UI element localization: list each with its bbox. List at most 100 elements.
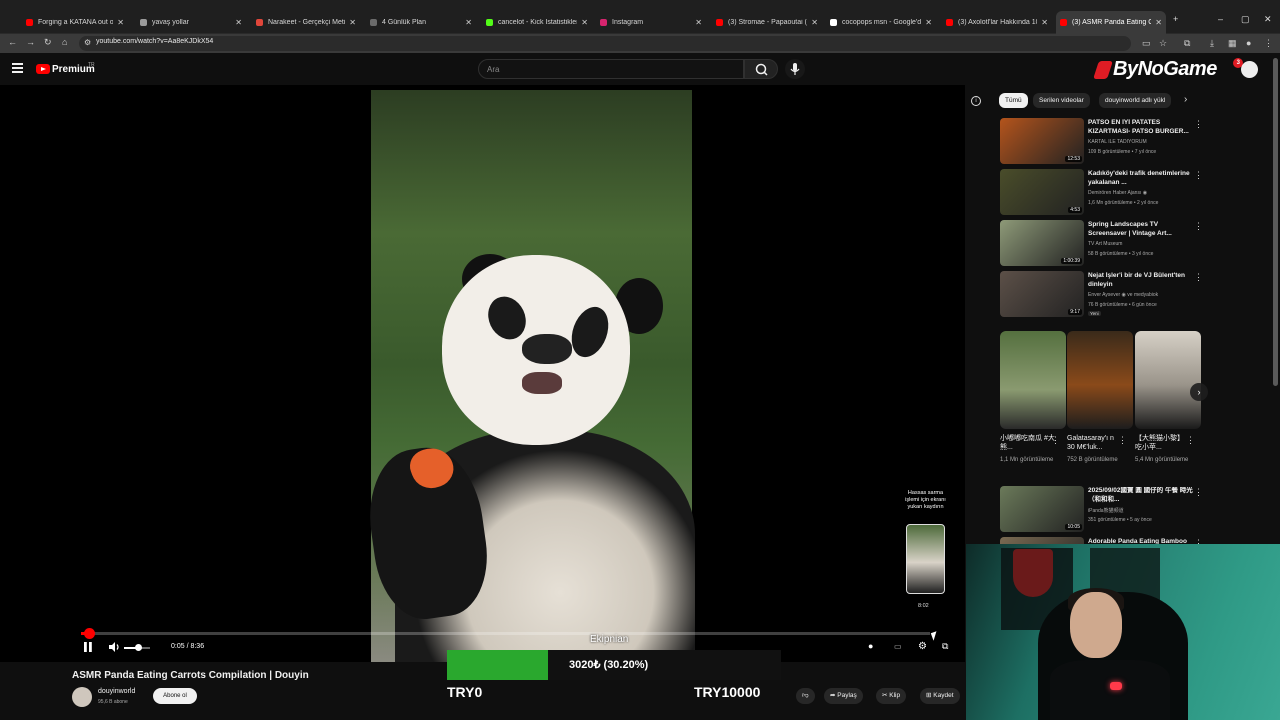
- info-icon[interactable]: i: [971, 96, 981, 106]
- recommendation-channel[interactable]: TV Art Museum: [1088, 241, 1198, 247]
- maximize-icon[interactable]: ▢: [1241, 14, 1250, 25]
- progress-bar[interactable]: [81, 632, 930, 635]
- channel-name[interactable]: douyinworld: [98, 688, 135, 695]
- search-input[interactable]: Ara: [478, 59, 744, 79]
- hamburger-menu-icon[interactable]: [12, 63, 23, 73]
- cast-icon[interactable]: ▭: [1142, 38, 1151, 49]
- recommendation-channel[interactable]: Demirören Haber Ajansı ◉: [1088, 190, 1198, 196]
- recommendation-item[interactable]: 1:00:39 Spring Landscapes TV Screensaver …: [1000, 220, 1210, 266]
- close-icon[interactable]: ✕: [925, 18, 932, 27]
- save-button[interactable]: ⊞ Kaydet: [920, 688, 960, 704]
- profile-icon[interactable]: ●: [1246, 38, 1251, 48]
- recommendation-channel[interactable]: iPanda熊猫频道: [1088, 507, 1198, 514]
- chevron-right-icon[interactable]: ›: [1184, 94, 1187, 105]
- miniplayer-icon[interactable]: ⧉: [942, 641, 948, 652]
- short-thumbnail[interactable]: [1135, 331, 1201, 429]
- recommendation-channel[interactable]: Enver Aysever ◉ ve medyabiok: [1088, 292, 1198, 298]
- close-icon[interactable]: ✕: [465, 18, 472, 27]
- site-info-icon[interactable]: ⚙: [84, 38, 91, 47]
- extensions-icon[interactable]: ⧉: [1184, 38, 1190, 49]
- short-thumbnail[interactable]: [1000, 331, 1066, 429]
- more-options-icon[interactable]: ⋮: [1194, 221, 1203, 232]
- new-tab-icon[interactable]: +: [1173, 14, 1178, 24]
- shorts-next-icon[interactable]: ›: [1190, 383, 1208, 401]
- url-text[interactable]: youtube.com/watch?v=Aa8eKJDkX54: [96, 38, 213, 45]
- subscribe-button[interactable]: Abone ol: [153, 688, 197, 704]
- settings-gear-icon[interactable]: ⚙: [918, 641, 927, 652]
- close-icon[interactable]: ✕: [117, 18, 124, 27]
- recommendation-title[interactable]: Spring Landscapes TV Screensaver | Vinta…: [1088, 221, 1196, 238]
- recommendation-item[interactable]: 4:53 Kadıköy'deki trafik denetimlerine ya…: [1000, 169, 1210, 215]
- omnibox[interactable]: [79, 36, 1131, 51]
- search-icon: [755, 63, 768, 76]
- search-button[interactable]: [744, 59, 778, 79]
- share-button[interactable]: ➦ Paylaş: [824, 688, 863, 704]
- home-icon[interactable]: ⌂: [62, 37, 67, 47]
- more-options-icon[interactable]: ⋮: [1194, 487, 1203, 498]
- close-icon[interactable]: ✕: [235, 18, 242, 27]
- close-icon[interactable]: ✕: [811, 18, 818, 27]
- close-icon[interactable]: ✕: [1041, 18, 1048, 27]
- clip-button[interactable]: ✂ Klip: [876, 688, 907, 704]
- browser-tab[interactable]: Forging a KATANA out of Rust✕: [22, 13, 128, 31]
- chip-channel-uploads[interactable]: douyinworld adlı yükl: [1099, 93, 1172, 108]
- tab-favicon: [1060, 19, 1067, 26]
- youtube-logo-icon[interactable]: [36, 64, 50, 74]
- chip-all[interactable]: Tümü: [999, 93, 1028, 108]
- video-thumbnail[interactable]: 1:00:39: [1000, 220, 1084, 266]
- more-options-icon[interactable]: ⋮: [1194, 170, 1203, 181]
- close-icon[interactable]: ✕: [1155, 18, 1162, 27]
- browser-apps-icon[interactable]: ▦: [1228, 38, 1237, 49]
- video-thumbnail[interactable]: 9:17: [1000, 271, 1084, 317]
- browser-menu-icon[interactable]: ⋮: [1264, 38, 1273, 49]
- short-thumbnail[interactable]: [1067, 331, 1133, 429]
- forward-icon[interactable]: →: [26, 37, 35, 47]
- more-options-icon[interactable]: ⋮: [1186, 435, 1195, 446]
- video-thumbnail[interactable]: 10:05: [1000, 486, 1084, 532]
- back-icon[interactable]: ←: [8, 37, 17, 47]
- more-options-icon[interactable]: ⋮: [1194, 272, 1203, 283]
- dislike-button[interactable]: 👎︎: [796, 688, 815, 704]
- bookmark-star-icon[interactable]: ☆: [1159, 38, 1167, 49]
- window-close-icon[interactable]: ✕: [1264, 14, 1272, 25]
- browser-tab[interactable]: (3) Stromae - Papaoutai (Perfo✕: [712, 13, 822, 31]
- account-avatar[interactable]: [1241, 61, 1258, 78]
- video-thumbnail[interactable]: 4:53: [1000, 169, 1084, 215]
- browser-tab[interactable]: cancelot - Kick İstatistikleri ✕: [482, 13, 592, 31]
- recommendation-channel[interactable]: KARTAL İLE TADIYORUM: [1088, 139, 1198, 145]
- browser-tab-active[interactable]: (3) ASMR Panda Eating Ca ✕: [1056, 11, 1166, 34]
- download-icon[interactable]: ⤓: [1210, 38, 1214, 49]
- volume-button[interactable]: [108, 641, 121, 656]
- close-icon[interactable]: ✕: [695, 18, 702, 27]
- recommendation-item[interactable]: 10:05 2025/09/02國寶 圓 國仔的 午餐 時光（和和和... iPan…: [1000, 486, 1210, 532]
- browser-tab[interactable]: cocopops msn - Google'da Ara✕: [826, 13, 936, 31]
- close-icon[interactable]: ✕: [581, 18, 588, 27]
- more-options-icon[interactable]: ⋮: [1118, 435, 1127, 446]
- minimize-icon[interactable]: –: [1218, 14, 1223, 24]
- close-icon[interactable]: ✕: [349, 18, 356, 27]
- chip-series[interactable]: Serilen videolar: [1033, 93, 1090, 108]
- recommendation-item[interactable]: 12:53 PATSO EN İYİ PATATES KIZARTMASI- PA…: [1000, 118, 1210, 164]
- short-card[interactable]: Galatasaray'ı n 30 M€'luk... 752 B görün…: [1067, 331, 1133, 464]
- recommendation-title[interactable]: 2025/09/02國寶 圓 國仔的 午餐 時光（和和和...: [1088, 487, 1196, 504]
- recommendation-item[interactable]: 9:17 Nejat İşler'i bir de VJ Bülent'ten d…: [1000, 271, 1210, 317]
- short-card[interactable]: 小嘟嘟吃南瓜 #大熊... 1,1 Mn görüntüleme ⋮: [1000, 331, 1066, 464]
- browser-tab[interactable]: Narakeet - Gerçekçi Metin Oku✕: [252, 13, 360, 31]
- voice-search-button[interactable]: [785, 59, 805, 79]
- recommendation-title[interactable]: Nejat İşler'i bir de VJ Bülent'ten dinle…: [1088, 272, 1196, 289]
- autoplay-toggle[interactable]: ●: [868, 641, 873, 651]
- more-options-icon[interactable]: ⋮: [1051, 435, 1060, 446]
- page-scrollbar[interactable]: [1273, 58, 1278, 386]
- recommendation-title[interactable]: Kadıköy'deki trafik denetimlerine yakala…: [1088, 170, 1196, 187]
- video-thumbnail[interactable]: 12:53: [1000, 118, 1084, 164]
- more-options-icon[interactable]: ⋮: [1194, 119, 1203, 130]
- browser-tab[interactable]: (3) Axolotl'lar Hakkında 10 Bil✕: [942, 13, 1052, 31]
- reload-icon[interactable]: ↻: [44, 37, 52, 48]
- pause-button[interactable]: [83, 641, 93, 656]
- browser-tab[interactable]: yavaş yollar ✕: [136, 13, 246, 31]
- recommendation-title[interactable]: PATSO EN İYİ PATATES KIZARTMASI- PATSO B…: [1088, 119, 1196, 136]
- subtitles-icon[interactable]: ▭: [894, 642, 902, 651]
- browser-tab[interactable]: 4 Günlük Plan ✕: [366, 13, 476, 31]
- browser-tab[interactable]: Instagram ✕: [596, 13, 706, 31]
- channel-avatar[interactable]: [72, 687, 92, 707]
